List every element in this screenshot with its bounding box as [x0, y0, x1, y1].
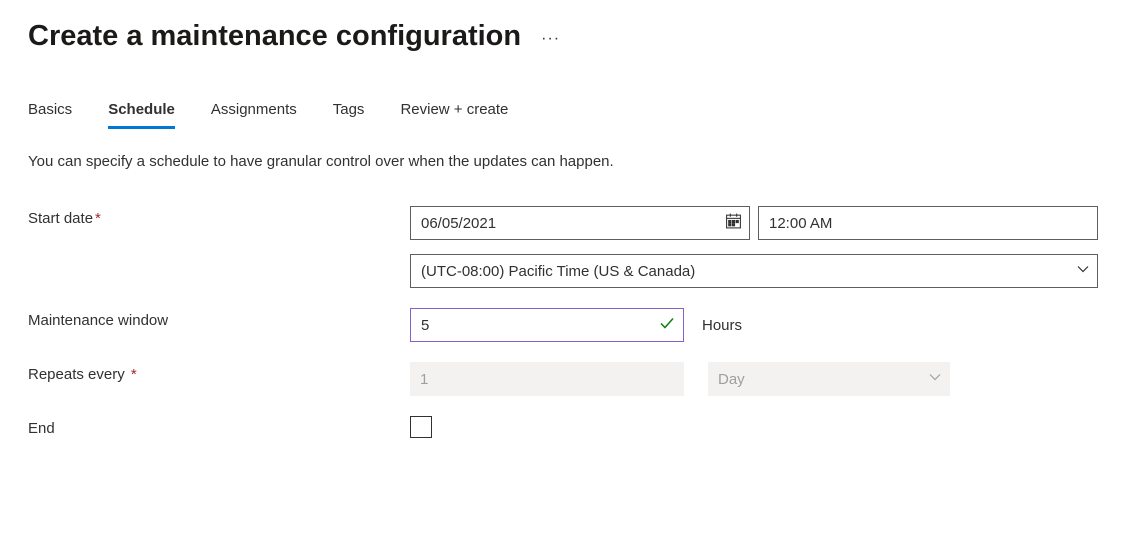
tab-review-create[interactable]: Review + create: [400, 101, 508, 129]
tabs: Basics Schedule Assignments Tags Review …: [28, 101, 1102, 129]
timezone-select[interactable]: [410, 254, 1098, 288]
tab-basics[interactable]: Basics: [28, 101, 72, 129]
tab-tags[interactable]: Tags: [333, 101, 365, 129]
repeats-every-label: Repeats every *: [28, 362, 390, 383]
start-date-input[interactable]: [410, 206, 750, 240]
tab-assignments[interactable]: Assignments: [211, 101, 297, 129]
end-checkbox[interactable]: [410, 416, 432, 438]
start-time-input[interactable]: [758, 206, 1098, 240]
repeats-unit-select: [708, 362, 950, 396]
end-label: End: [28, 416, 390, 437]
tab-schedule[interactable]: Schedule: [108, 101, 175, 129]
more-icon[interactable]: ···: [541, 26, 560, 48]
maintenance-window-input[interactable]: [410, 308, 684, 342]
maintenance-window-label: Maintenance window: [28, 308, 390, 329]
repeats-number-input: [410, 362, 684, 396]
maintenance-window-unit: Hours: [702, 317, 742, 334]
tab-description: You can specify a schedule to have granu…: [28, 153, 1102, 170]
start-date-label: Start date*: [28, 206, 390, 227]
page-title: Create a maintenance configuration: [28, 20, 521, 53]
